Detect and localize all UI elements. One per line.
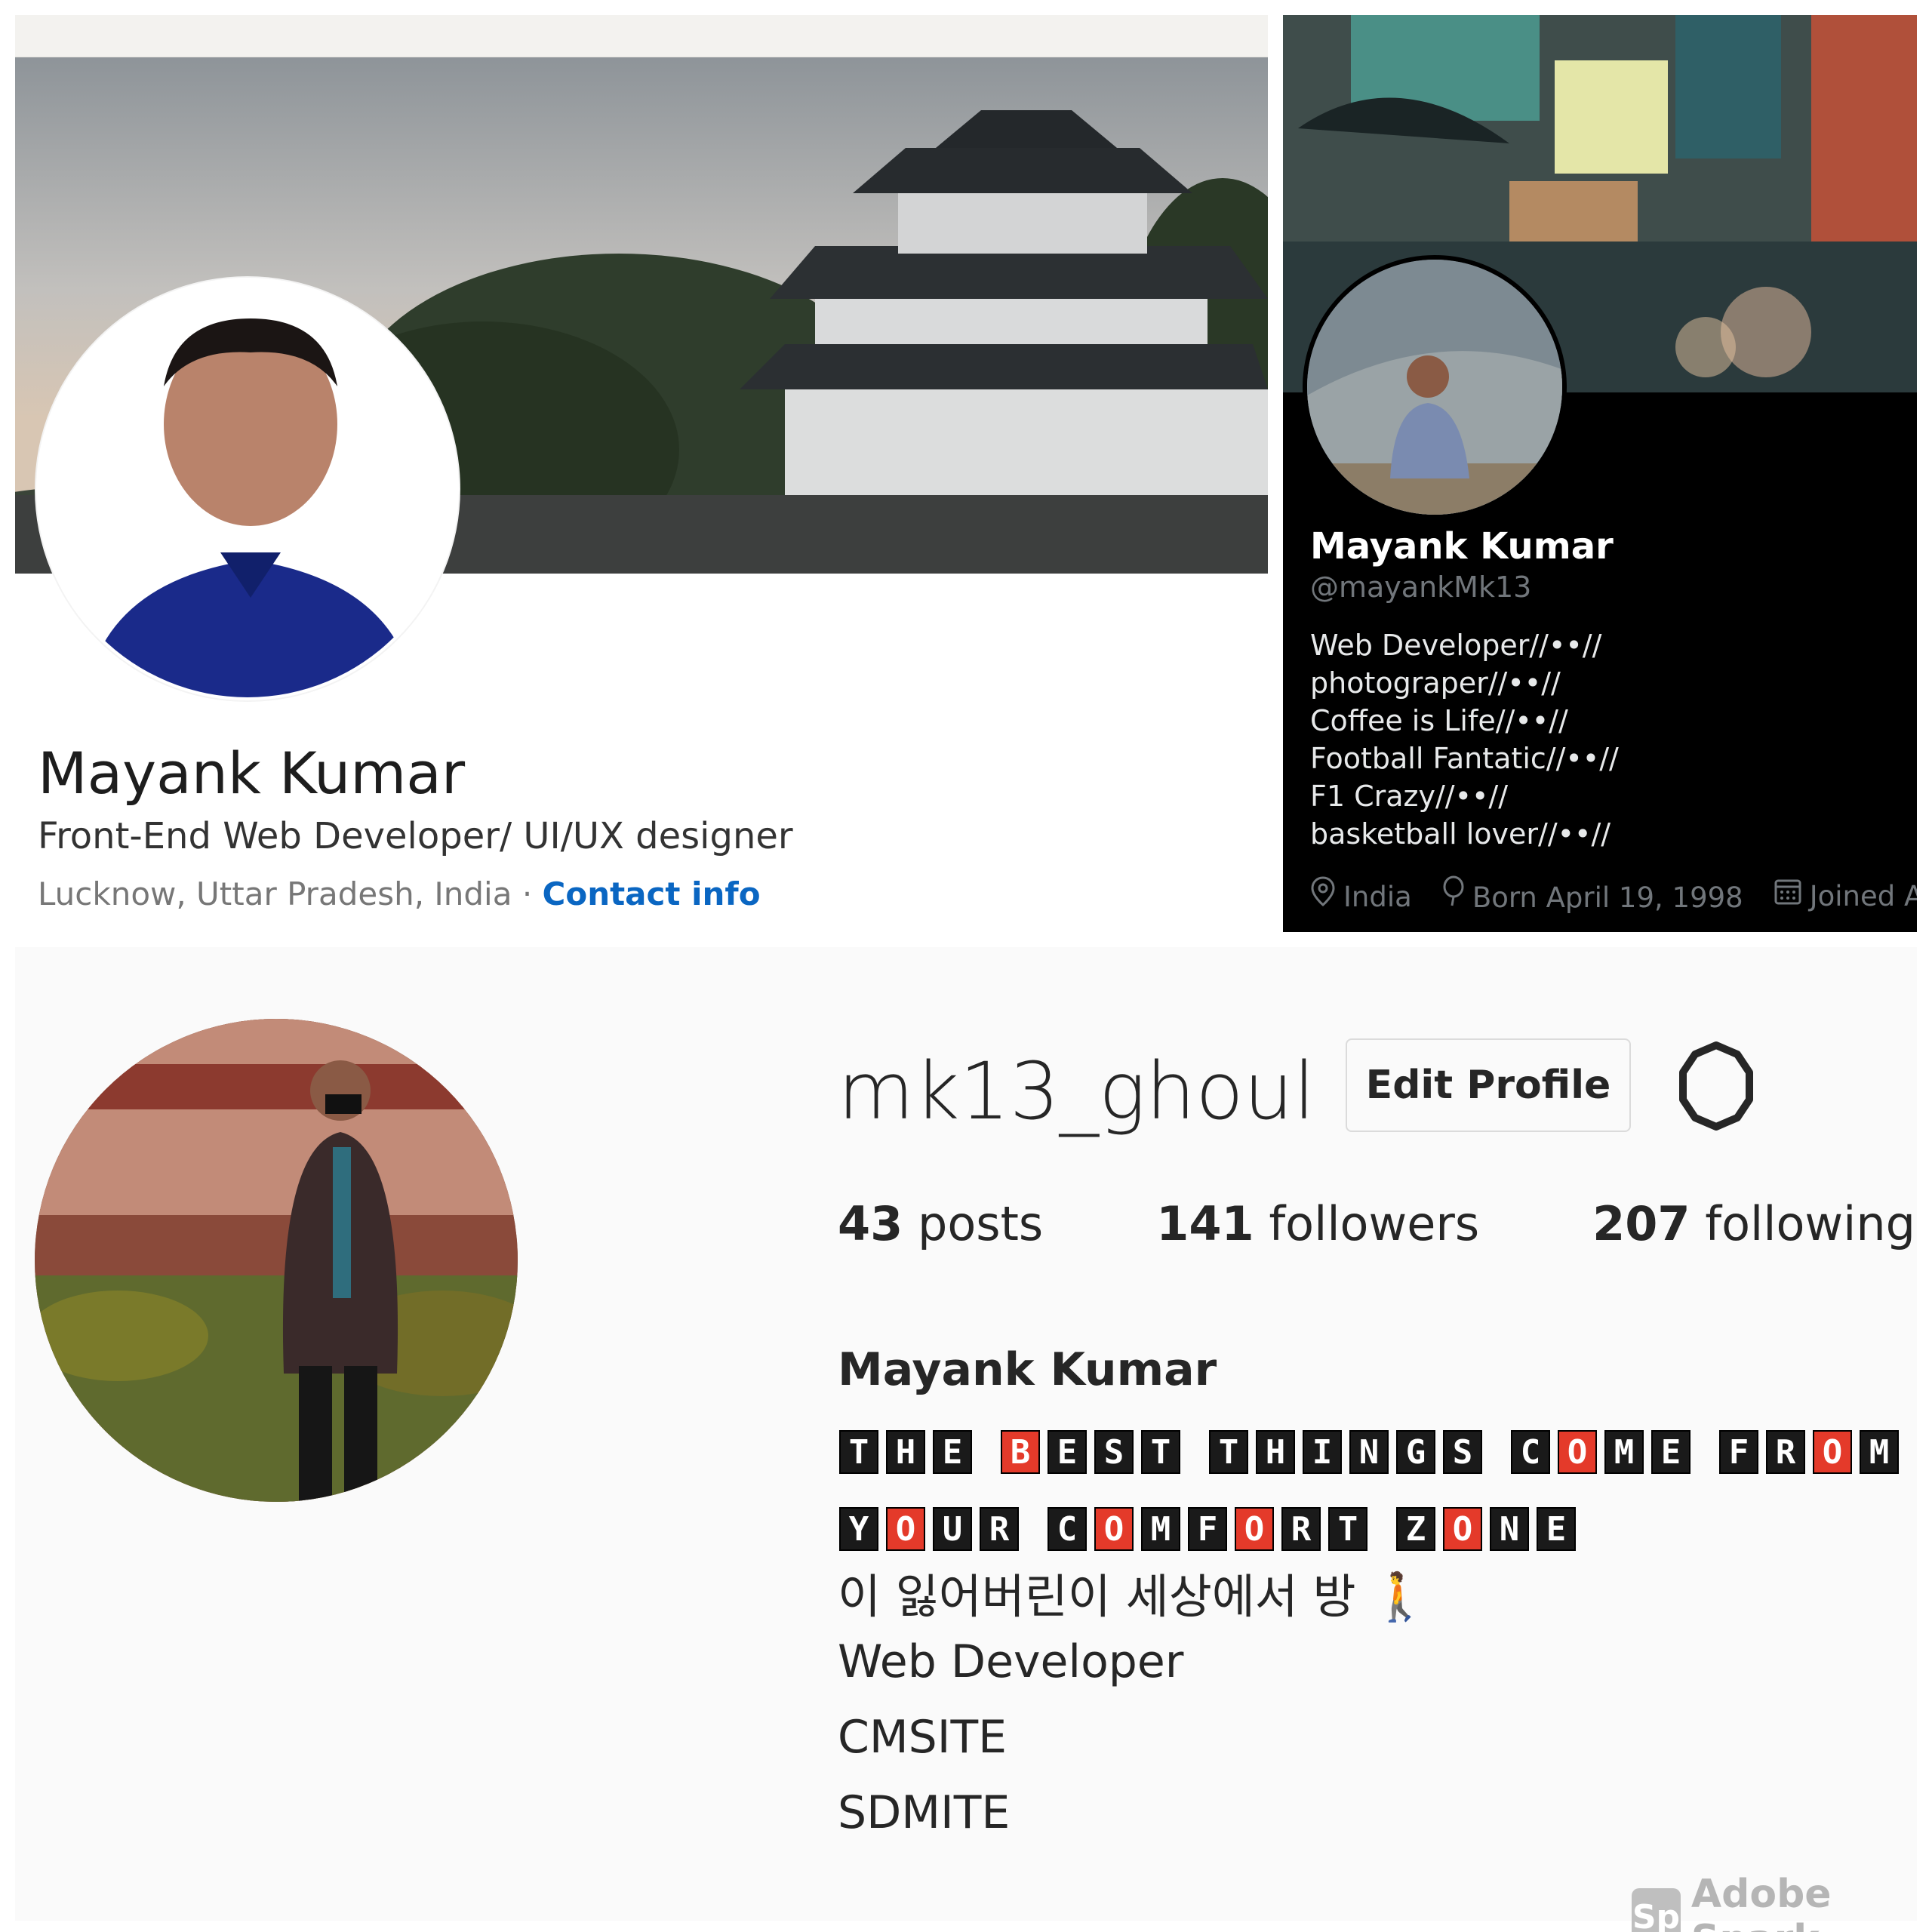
linkedin-location: Lucknow, Uttar Pradesh, India <box>38 875 512 912</box>
bio-block-letter: S <box>1443 1430 1482 1474</box>
bio-block-letter: S <box>1094 1430 1134 1474</box>
bio-block-space <box>980 1430 993 1474</box>
posts-stat[interactable]: 43 posts <box>838 1196 1043 1251</box>
twitter-bio-line: F1 Crazy//••// <box>1310 780 1509 813</box>
linkedin-headline: Front-End Web Developer/ UI/UX designer <box>38 815 793 857</box>
bio-block-letter: C <box>1048 1507 1087 1551</box>
bio-line-web-developer: Web Developer <box>838 1635 1184 1688</box>
bio-block-letter: M <box>1141 1507 1180 1551</box>
bio-block-letter: R <box>1281 1507 1321 1551</box>
bio-block-letter: T <box>1141 1430 1180 1474</box>
posts-count: 43 <box>838 1196 903 1251</box>
bio-block-letter-red: O <box>1443 1507 1482 1551</box>
twitter-meta-row: India Born April 19, 1998 Joined Apr <box>1310 875 1917 914</box>
following-stat[interactable]: 207 following <box>1592 1196 1915 1251</box>
bio-block-letter: E <box>1537 1507 1576 1551</box>
bio-block-letter: E <box>1651 1430 1690 1474</box>
bio-block-letter: Z <box>1396 1507 1435 1551</box>
twitter-profile-card: Mayank Kumar @mayankMk13 Web Developer//… <box>1283 15 1917 932</box>
instagram-full-name: Mayank Kumar <box>838 1343 1217 1396</box>
bio-block-letter: R <box>1766 1430 1805 1474</box>
bio-block-space <box>1375 1507 1389 1551</box>
adobe-spark-watermark: Sp Adobe Spark <box>1632 1872 1932 1932</box>
bio-block-letter: C <box>1511 1430 1550 1474</box>
posts-label: posts <box>918 1196 1044 1251</box>
twitter-bio-line: basketball lover//••// <box>1310 817 1611 851</box>
bio-block-letter-red: O <box>886 1507 925 1551</box>
instagram-username: mk13_ghoul <box>838 1045 1315 1137</box>
bio-block-letter-red: O <box>1558 1430 1597 1474</box>
bio-line-cmsite: CMSITE <box>838 1711 1008 1764</box>
followers-count: 141 <box>1156 1196 1254 1251</box>
contact-info-link[interactable]: Contact info <box>543 875 761 912</box>
bio-block-letter: H <box>1256 1430 1295 1474</box>
twitter-bio-line: Coffee is Life//••// <box>1310 704 1568 737</box>
twitter-born-item: Born April 19, 1998 <box>1442 875 1743 914</box>
instagram-avatar[interactable] <box>35 1019 518 1502</box>
bio-blocks-line-2: YOURCOMFORTZONE <box>839 1507 1576 1551</box>
followers-label: followers <box>1269 1196 1480 1251</box>
calendar-icon <box>1774 877 1802 912</box>
bio-block-space <box>1490 1430 1503 1474</box>
twitter-handle: @mayankMk13 <box>1310 571 1532 604</box>
bio-block-letter: T <box>839 1430 878 1474</box>
bio-block-letter-red: O <box>1813 1430 1852 1474</box>
bio-korean-line: 이 잃어버린이 세상에서 방 🚶 <box>838 1569 1429 1624</box>
bio-block-letter: T <box>1328 1507 1367 1551</box>
twitter-joined-item: Joined Apr <box>1774 877 1917 912</box>
bio-block-letter-red: B <box>1001 1430 1040 1474</box>
bio-block-letter: F <box>1719 1430 1758 1474</box>
bio-block-letter: T <box>1209 1430 1248 1474</box>
bio-block-letter: Y <box>839 1507 878 1551</box>
bio-blocks-line-1: THEBESTTHINGSCOMEFROM <box>839 1430 1899 1474</box>
bio-block-letter: F <box>1188 1507 1227 1551</box>
following-label: following <box>1705 1196 1916 1251</box>
bio-block-letter: M <box>1860 1430 1899 1474</box>
twitter-bio-line: photograper//••// <box>1310 666 1561 700</box>
twitter-name: Mayank Kumar <box>1310 525 1614 568</box>
bio-block-letter: G <box>1396 1430 1435 1474</box>
twitter-born: Born April 19, 1998 <box>1472 881 1743 914</box>
settings-gear-icon[interactable] <box>1668 1038 1764 1134</box>
location-pin-icon <box>1310 876 1336 913</box>
twitter-location: India <box>1343 881 1412 913</box>
twitter-bio-line: Web Developer//••// <box>1310 629 1602 662</box>
following-count: 207 <box>1592 1196 1690 1251</box>
linkedin-avatar[interactable] <box>36 278 459 700</box>
bio-block-space <box>1026 1507 1040 1551</box>
bio-block-space <box>1188 1430 1201 1474</box>
linkedin-name: Mayank Kumar <box>38 740 466 807</box>
linkedin-separator: · <box>512 875 543 912</box>
linkedin-location-row: Lucknow, Uttar Pradesh, India · Contact … <box>38 875 761 912</box>
adobe-spark-logo: Sp <box>1632 1888 1681 1932</box>
followers-stat[interactable]: 141 followers <box>1156 1196 1479 1251</box>
adobe-spark-text: Adobe Spark <box>1690 1872 1832 1932</box>
bio-block-letter: H <box>886 1430 925 1474</box>
instagram-stats: 43 posts 141 followers 207 following <box>838 1196 1932 1251</box>
bio-block-letter: R <box>980 1507 1019 1551</box>
bio-block-letter: E <box>1048 1430 1087 1474</box>
bio-block-letter: M <box>1604 1430 1644 1474</box>
bio-block-space <box>1698 1430 1712 1474</box>
edit-profile-button[interactable]: Edit Profile <box>1346 1038 1631 1132</box>
twitter-bio-line: Football Fantatic//••// <box>1310 742 1619 775</box>
twitter-location-item: India <box>1310 876 1412 913</box>
bio-line-sdmite: SDMITE <box>838 1786 1011 1839</box>
bio-block-letter: N <box>1349 1430 1389 1474</box>
linkedin-topbar <box>15 15 1268 57</box>
balloon-icon <box>1442 875 1465 914</box>
bio-block-letter: E <box>933 1430 972 1474</box>
twitter-avatar[interactable] <box>1303 255 1567 519</box>
bio-block-letter: U <box>933 1507 972 1551</box>
bio-block-letter: I <box>1303 1430 1342 1474</box>
bio-block-letter: N <box>1490 1507 1529 1551</box>
twitter-joined: Joined Apr <box>1809 880 1917 912</box>
linkedin-profile-card: Mayank Kumar Front-End Web Developer/ UI… <box>15 15 1268 947</box>
bio-block-letter-red: O <box>1094 1507 1134 1551</box>
bio-block-letter-red: O <box>1235 1507 1274 1551</box>
twitter-bio: Web Developer//••// photograper//••// Co… <box>1310 626 1619 853</box>
collage: Mayank Kumar Front-End Web Developer/ UI… <box>0 0 1932 1932</box>
instagram-profile-card: mk13_ghoul Edit Profile 43 posts 141 fol… <box>15 947 1917 1921</box>
